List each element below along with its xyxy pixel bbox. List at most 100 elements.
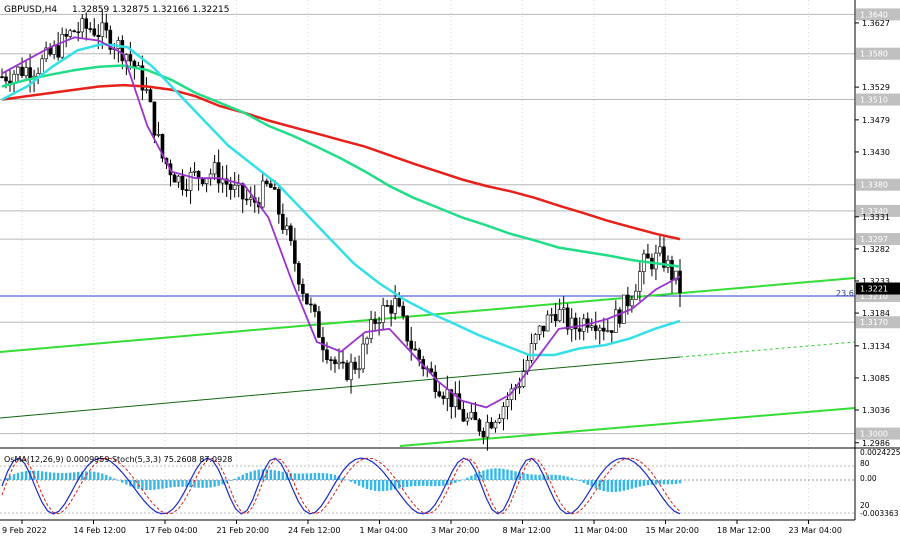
osma-bar [73, 472, 76, 480]
candle-body [357, 368, 361, 371]
osma-bar [634, 480, 638, 488]
fibo-label: 23.6 [836, 289, 854, 298]
osma-bar [277, 470, 281, 480]
osma-bar [670, 480, 674, 485]
candle-body [361, 343, 365, 370]
osma-bar [506, 469, 509, 480]
osma-bar [16, 472, 20, 480]
osma-bar [458, 480, 461, 482]
candle-body [501, 406, 506, 419]
osma-bar [618, 480, 622, 492]
osma-bar [293, 473, 297, 480]
chart-symbol: GBPUSD,H4 [4, 5, 57, 15]
level-label: 1.3580 [860, 50, 888, 59]
candle-body [537, 325, 542, 335]
osma-bar [562, 475, 565, 480]
candle-body [84, 18, 89, 29]
candle-body [477, 419, 482, 432]
osma-bar [654, 480, 658, 485]
osma-bar [646, 480, 650, 486]
osma-bar [602, 480, 605, 492]
candle-body [373, 319, 377, 324]
candle-body [100, 22, 105, 37]
price-tick-label: 1.3430 [862, 148, 890, 157]
time-tick-label: 17 Feb 04:00 [145, 526, 197, 535]
osma-bar [85, 471, 88, 480]
candle-body [377, 322, 381, 324]
osma-bar [165, 480, 168, 489]
osma-bar [578, 480, 581, 482]
time-tick-label: 8 Mar 12:00 [503, 526, 551, 535]
osma-bar [181, 480, 184, 487]
candle-body [445, 389, 450, 399]
candle-body [281, 213, 285, 230]
candle-body [517, 386, 522, 389]
osma-bar [217, 480, 220, 486]
candle-body [473, 411, 478, 421]
osma-bar [305, 473, 309, 480]
osma-bar [64, 472, 68, 480]
candle-body [433, 371, 438, 392]
osma-bar [317, 472, 321, 480]
candle-body [248, 197, 253, 200]
osma-bar [97, 472, 100, 480]
osma-bar [36, 470, 40, 480]
osma-bar [418, 480, 421, 486]
candle-body [337, 361, 341, 365]
osma-bar [173, 480, 176, 488]
time-tick-label: 14 Feb 12:00 [74, 526, 126, 535]
osma-bar [205, 480, 208, 488]
candle-body [413, 348, 418, 351]
candle-body [593, 325, 598, 332]
osma-bar [161, 480, 164, 489]
osma-bar [377, 480, 381, 492]
candle-body [345, 362, 349, 381]
candle-body [630, 299, 634, 307]
sub-tick-label: 0.0024225 [860, 448, 900, 457]
osma-bar [44, 471, 48, 480]
osma-bar [233, 478, 236, 480]
candle-body [441, 395, 446, 399]
osma-bar [117, 480, 120, 481]
price-tick-label: 1.3184 [862, 309, 890, 318]
price-tick-label: 1.3085 [862, 374, 890, 383]
osma-bar [534, 474, 537, 480]
osma-bar [622, 480, 626, 491]
osma-bar [325, 473, 329, 480]
price-tick-label: 1.3036 [862, 406, 890, 415]
candle-body [244, 198, 249, 201]
price-chart[interactable]: 1.36401.35801.35101.33801.33401.32971.32… [0, 0, 900, 540]
candle-body [289, 225, 293, 241]
candle-body [497, 418, 502, 423]
candle-body [176, 175, 181, 183]
candle-body [40, 58, 44, 74]
osma-bar [56, 472, 60, 480]
candle-body [240, 183, 245, 200]
osma-bar [570, 477, 573, 480]
candle-body [188, 171, 193, 191]
candle-body [638, 271, 642, 292]
candle-body [469, 411, 474, 419]
osma-bar [482, 470, 485, 480]
candle-body [646, 253, 650, 259]
time-tick-label: 23 Mar 04:00 [789, 526, 842, 535]
candle-body [529, 343, 534, 361]
osma-bar [20, 471, 24, 480]
candle-body [88, 28, 93, 30]
osma-bar [466, 477, 469, 480]
osma-bar [93, 471, 96, 480]
candle-body [489, 421, 494, 429]
candle-body [437, 391, 442, 397]
osma-bar [60, 473, 64, 480]
candle-body [622, 294, 626, 324]
candle-body [212, 162, 217, 175]
candle-body [116, 40, 121, 50]
osma-bar [149, 480, 152, 491]
candle-body [273, 187, 277, 190]
osma-bar [430, 480, 433, 487]
osma-bar [8, 475, 12, 480]
osma-bar [494, 468, 497, 480]
candle-body [397, 298, 401, 307]
osma-bar [558, 475, 561, 480]
candle-body [20, 66, 24, 77]
